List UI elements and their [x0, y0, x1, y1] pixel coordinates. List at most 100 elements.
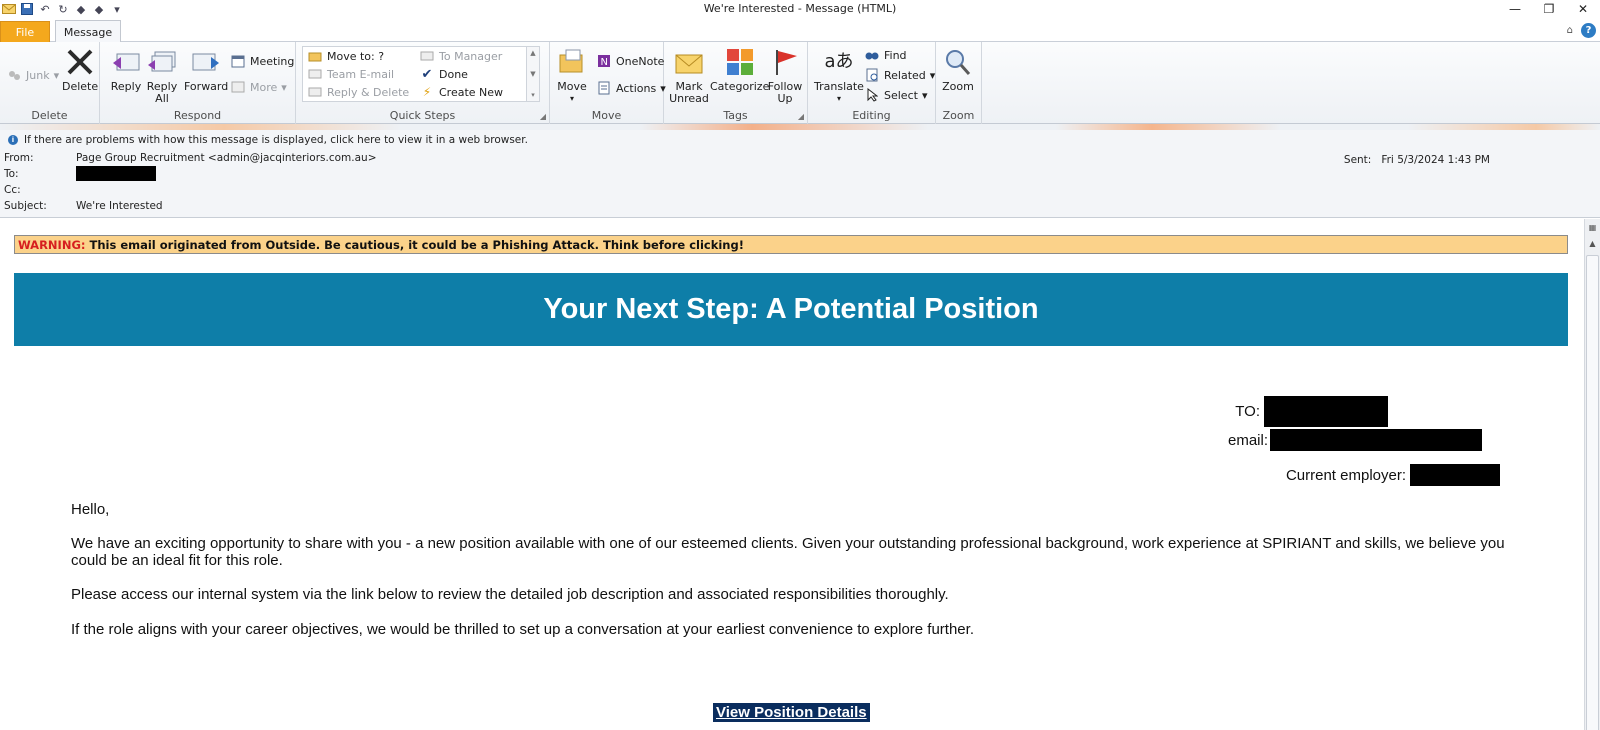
reply-button[interactable]: Reply [110, 46, 142, 93]
quick-steps-launcher-icon[interactable]: ◢ [540, 112, 546, 121]
recipient-email-redacted [1270, 429, 1482, 451]
next-item-icon[interactable]: ◆ [92, 2, 106, 16]
previous-item-icon[interactable]: ◆ [74, 2, 88, 16]
tab-file[interactable]: File [0, 21, 50, 42]
move-group-label: Move [591, 109, 622, 122]
external-warning-banner: WARNING: This email originated from Outs… [14, 235, 1568, 254]
reply-icon [110, 46, 142, 78]
tags-launcher-icon[interactable]: ◢ [798, 112, 804, 121]
from-value[interactable]: Page Group Recruitment <admin@jacqinteri… [76, 152, 377, 164]
expand-gallery-icon[interactable]: ▾ [531, 91, 535, 99]
info-bar[interactable]: i If there are problems with how this me… [8, 134, 528, 146]
quick-steps-group-label: Quick Steps [389, 109, 456, 122]
cc-label: Cc: [4, 184, 21, 196]
body-scrollbar[interactable]: ▦ ▲ [1584, 219, 1600, 730]
tab-message[interactable]: Message [55, 20, 121, 43]
email-banner: Your Next Step: A Potential Position [14, 273, 1568, 346]
quickstep-team-email[interactable]: Team E-mail [307, 65, 394, 83]
junk-button[interactable]: Junk ▾ [6, 66, 59, 84]
categorize-icon [724, 46, 756, 78]
editing-group-label: Editing [852, 109, 891, 122]
mark-unread-icon [673, 46, 705, 78]
restore-icon[interactable]: ❐ [1532, 0, 1566, 18]
delete-group-label: Delete [31, 109, 68, 122]
title-bar: ↶ ↻ ◆ ◆ ▾ We're Interested - Message (HT… [0, 0, 1600, 18]
zoom-group-label: Zoom [942, 109, 975, 122]
recipient-email-label: email: [1227, 431, 1268, 449]
scrollbar-thumb[interactable] [1586, 255, 1599, 730]
mark-unread-button[interactable]: Mark Unread [669, 46, 709, 105]
to-row: To: [4, 166, 156, 181]
quick-steps-gallery: Move to: ? Team E-mail Reply & Delete To… [302, 46, 540, 102]
forward-icon [190, 46, 222, 78]
quickstep-move-to[interactable]: Move to: ? [307, 47, 384, 65]
onenote-icon: N [596, 53, 612, 69]
subject-row: Subject: We're Interested [4, 200, 163, 212]
red-flag-icon [769, 46, 801, 78]
from-row: From: Page Group Recruitment <admin@jacq… [4, 152, 377, 164]
to-label: To: [4, 168, 19, 180]
move-group: Move ▾ N OneNote Actions ▾ Move [550, 42, 666, 124]
quickstep-create-new[interactable]: ⚡ Create New [419, 83, 503, 101]
more-respond-button[interactable]: More ▾ [230, 78, 287, 96]
select-button[interactable]: Select ▾ [864, 86, 927, 104]
related-icon [864, 67, 880, 83]
zoom-group: Zoom Zoom [936, 42, 982, 124]
reply-delete-icon [307, 84, 323, 100]
quick-steps-scroll[interactable]: ▲ ▼ ▾ [526, 47, 539, 101]
zoom-button[interactable]: Zoom [942, 46, 974, 93]
follow-up-button[interactable]: Follow Up [768, 46, 802, 105]
cursor-icon [864, 87, 880, 103]
undo-icon[interactable]: ↶ [38, 2, 52, 16]
window-title: We're Interested - Message (HTML) [703, 2, 897, 15]
recipient-to-redacted [1264, 396, 1388, 427]
find-button[interactable]: Find [864, 46, 907, 64]
editing-group: aあ Translate ▾ Find Related ▾ Select ▾ Edi… [808, 42, 936, 124]
forward-button[interactable]: Forward [184, 46, 228, 93]
sent-label: Sent: [1343, 154, 1372, 166]
save-icon[interactable] [20, 2, 34, 16]
delete-button[interactable]: Delete [62, 46, 98, 93]
onenote-button[interactable]: N OneNote [596, 52, 664, 70]
current-employer-label: Current employer: [1285, 466, 1406, 484]
magnifier-icon [942, 46, 974, 78]
minimize-icon[interactable]: — [1498, 0, 1532, 18]
actions-button[interactable]: Actions ▾ [596, 79, 666, 97]
customize-qat-icon[interactable]: ▾ [110, 2, 124, 16]
junk-icon [6, 67, 22, 83]
window-controls: — ❐ ✕ [1498, 0, 1600, 18]
subject-label: Subject: [4, 200, 47, 212]
sent-value: Fri 5/3/2024 1:43 PM [1381, 154, 1490, 166]
delete-group: Junk ▾ Delete Delete [0, 42, 100, 124]
message-header: i If there are problems with how this me… [0, 130, 1600, 218]
binoculars-icon [864, 47, 880, 63]
paragraph-opportunity: We have an exciting opportunity to share… [71, 535, 1505, 569]
scroll-up-arrow-icon[interactable]: ▲ [1585, 235, 1600, 251]
quickstep-done[interactable]: ✔ Done [419, 65, 468, 83]
page-view-icon[interactable]: ▦ [1585, 219, 1600, 235]
reply-all-button[interactable]: Reply All [146, 46, 178, 105]
team-email-icon [307, 66, 323, 82]
info-bar-text: If there are problems with how this mess… [24, 134, 528, 146]
help-icon[interactable]: ? [1581, 23, 1596, 38]
info-icon: i [8, 135, 18, 145]
scroll-up-icon[interactable]: ▲ [530, 49, 535, 57]
recipient-email-line: email: [1228, 429, 1482, 451]
redo-icon[interactable]: ↻ [56, 2, 70, 16]
minimize-ribbon-icon[interactable]: ⌂ [1567, 25, 1573, 36]
quickstep-to-manager[interactable]: To Manager [419, 47, 502, 65]
actions-icon [596, 80, 612, 96]
scroll-down-icon[interactable]: ▼ [530, 70, 535, 78]
tags-group: Mark Unread Categorize Follow Up Tags ◢ [664, 42, 808, 124]
categorize-button[interactable]: Categorize [710, 46, 769, 93]
reply-all-icon [146, 46, 178, 78]
related-button[interactable]: Related ▾ [864, 66, 935, 84]
view-position-details-link[interactable]: View Position Details [713, 703, 870, 722]
folder-arrow-icon [307, 48, 323, 64]
quickstep-reply-delete[interactable]: Reply & Delete [307, 83, 409, 101]
translate-button[interactable]: aあ Translate ▾ [814, 46, 864, 105]
sent-info: Sent: Fri 5/3/2024 1:43 PM [1344, 154, 1490, 166]
close-icon[interactable]: ✕ [1566, 0, 1600, 18]
move-button[interactable]: Move ▾ [556, 46, 588, 105]
meeting-button[interactable]: Meeting [230, 52, 294, 70]
